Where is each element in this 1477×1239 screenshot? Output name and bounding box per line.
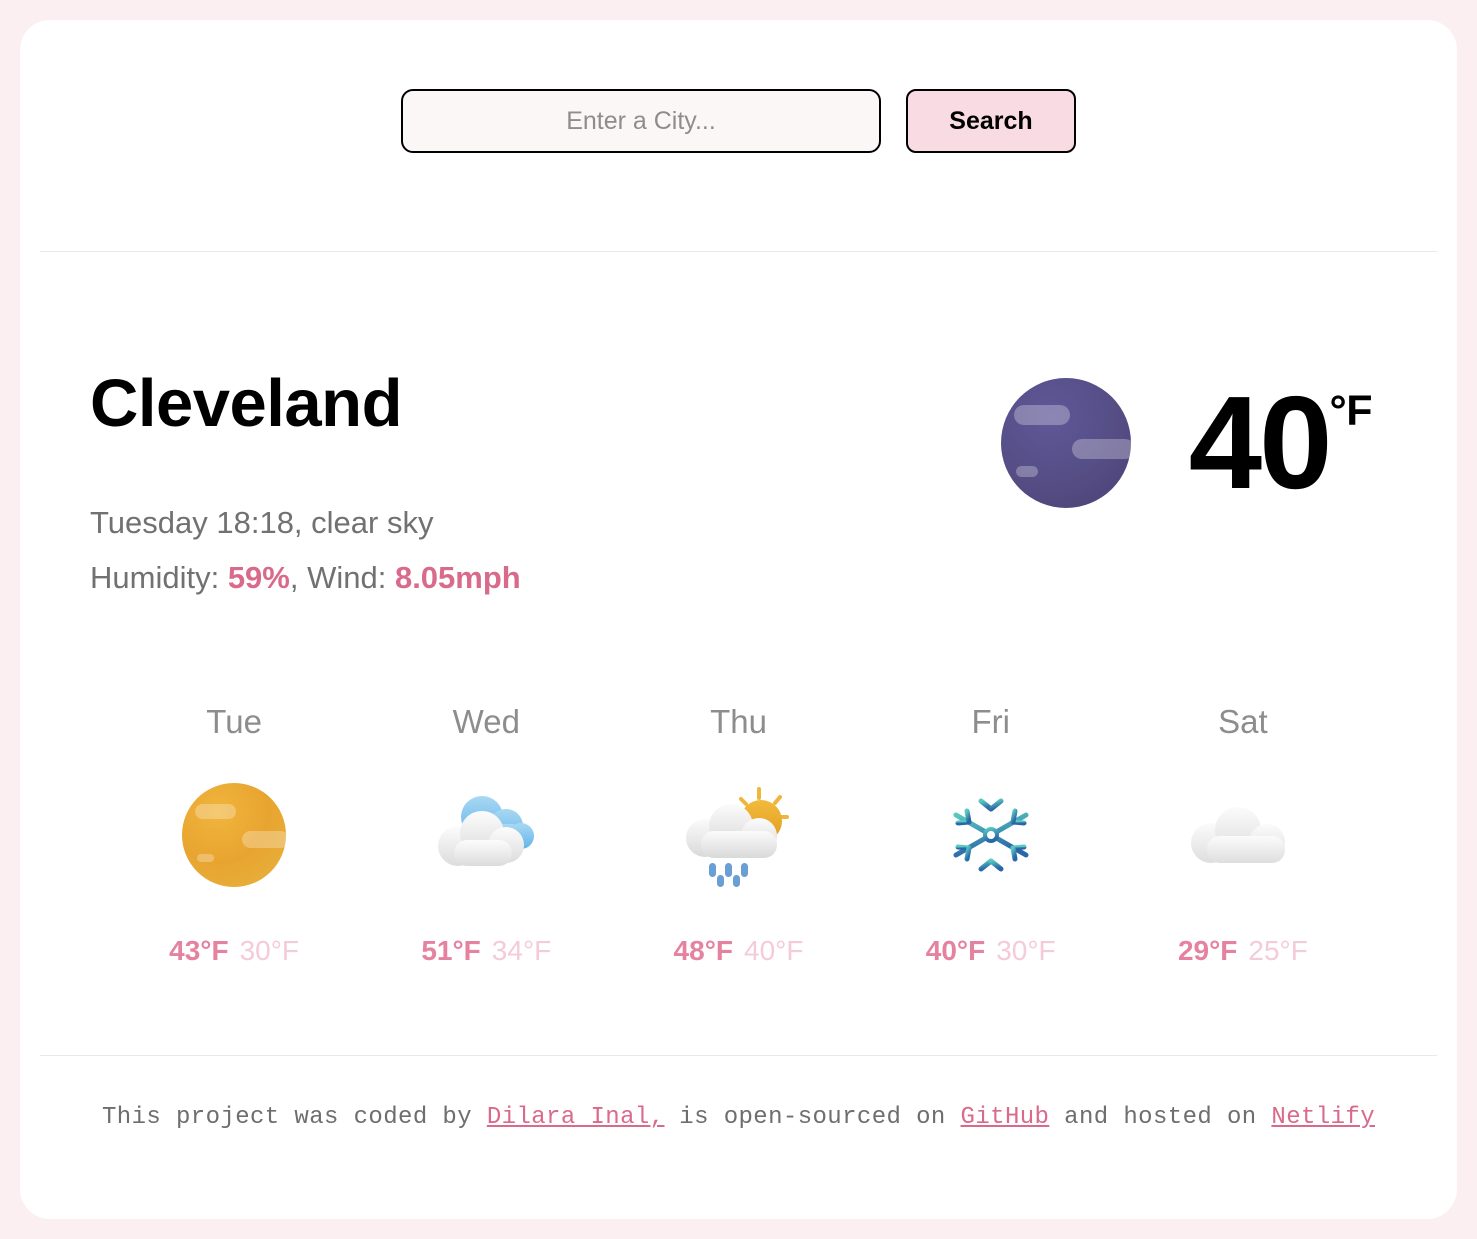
forecast-day-label: Sat [1218, 703, 1268, 741]
wind-label: Wind: [307, 560, 395, 596]
humidity-wind-line: Humidity: 59%, Wind: 8.05mph [90, 550, 521, 605]
forecast-max: 29°F [1177, 935, 1238, 967]
datetime-description: Tuesday 18:18, clear sky [90, 505, 434, 540]
conditions-separator: , [289, 560, 308, 596]
forecast-temperatures: 29°F 25°F [1178, 935, 1308, 967]
forecast-max: 51°F [421, 935, 481, 967]
current-weather-details: Cleveland Tuesday 18:18, clear sky Humid… [90, 370, 521, 605]
github-link[interactable]: GitHub [961, 1104, 1050, 1131]
sun-rain-cloud-icon [679, 783, 799, 888]
forecast-min: 34°F [491, 935, 552, 967]
current-weather: Cleveland Tuesday 18:18, clear sky Humid… [20, 252, 1457, 605]
footer-text-1: This project was coded by [101, 1104, 487, 1132]
temperature-value: 40 [1188, 369, 1333, 517]
current-temperature: 40 °F [1188, 369, 1373, 517]
forecast-day-thu: Thu 48°F 40°F [612, 705, 864, 967]
search-input[interactable] [401, 89, 881, 153]
forecast-max: 43°F [169, 935, 229, 967]
forecast-temperatures: 40°F 30°F [926, 935, 1056, 967]
forecast-max: 40°F [925, 935, 986, 967]
forecast-min: 40°F [744, 935, 804, 967]
sun-icon [174, 783, 294, 888]
forecast-day-label: Tue [206, 703, 262, 741]
forecast-day-label: Wed [452, 703, 520, 741]
humidity-label: Humidity: [90, 560, 228, 596]
footer: This project was coded by Dilara Inal, i… [20, 1056, 1457, 1131]
search-button[interactable]: Search [906, 89, 1076, 153]
page-title: Cleveland [90, 366, 403, 441]
netlify-link[interactable]: Netlify [1271, 1104, 1375, 1131]
cloudy-icon [426, 783, 546, 887]
footer-text-2: is open-sourced on [664, 1104, 961, 1132]
humidity-value: 59% [227, 560, 290, 596]
forecast-min: 30°F [239, 935, 300, 967]
wind-value: 8.05mph [394, 560, 521, 596]
forecast-day-sat: Sat 29°F 25°F [1117, 705, 1369, 967]
cloud-icon [1183, 783, 1303, 887]
footer-text-3: and hosted on [1049, 1104, 1272, 1132]
current-weather-summary: 40 °F [1000, 369, 1387, 517]
forecast-day-wed: Wed 51°F 34°F [360, 705, 612, 967]
temperature-unit: °F [1329, 387, 1373, 436]
forecast-temperatures: 43°F 30°F [169, 935, 299, 967]
forecast-max: 48°F [673, 935, 733, 967]
forecast-row: Tue 43°F 30°F Wed 51°F 34°F Thu 48°F 40°… [20, 605, 1457, 967]
forecast-day-label: Thu [710, 703, 767, 741]
forecast-day-label: Fri [971, 703, 1010, 741]
forecast-day-fri: Fri 40°F 30°F [865, 705, 1117, 967]
forecast-min: 30°F [996, 935, 1056, 967]
forecast-temperatures: 48°F 40°F [674, 935, 804, 967]
search-form: Search [20, 20, 1457, 153]
forecast-day-tue: Tue 43°F 30°F [108, 705, 360, 967]
current-conditions: Tuesday 18:18, clear sky Humidity: 59%, … [90, 495, 521, 605]
author-link[interactable]: Dilara Inal, [487, 1104, 665, 1131]
forecast-min: 25°F [1248, 935, 1308, 967]
snowflake-icon [931, 783, 1051, 887]
night-clear-icon [1000, 378, 1131, 508]
forecast-temperatures: 51°F 34°F [421, 935, 551, 967]
weather-app-card: Search Cleveland Tuesday 18:18, clear sk… [20, 20, 1457, 1219]
